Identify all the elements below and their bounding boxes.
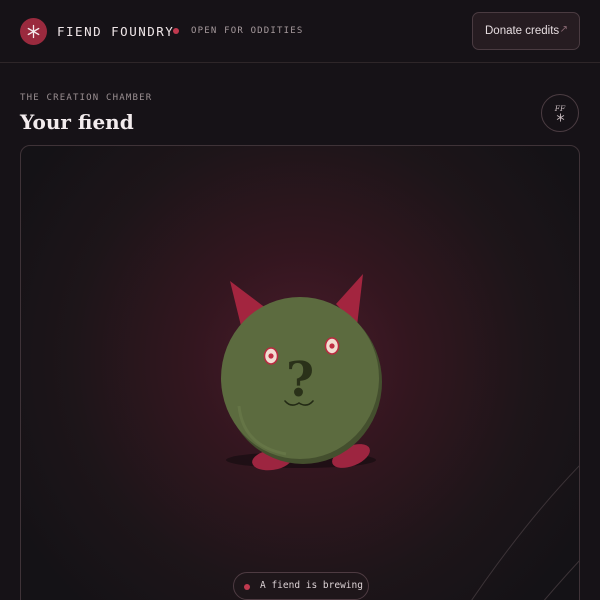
fiend-pupil-right [329, 343, 335, 349]
asterisk-icon [556, 113, 564, 122]
creation-chamber: ? A fiend is brewing [20, 145, 580, 600]
top-bar: FIEND FOUNDRY OPEN FOR ODDITIES Donate c… [0, 0, 600, 63]
fiend-pupil-left [268, 353, 274, 359]
brewing-status-text: A fiend is brewing [260, 580, 363, 591]
brand-name[interactable]: FIEND FOUNDRY [57, 24, 174, 39]
logo[interactable] [20, 18, 47, 45]
fiend-canvas: ? [221, 274, 579, 600]
brewing-dot [244, 584, 250, 590]
donate-label: Donate credits [485, 25, 560, 37]
ff-badge[interactable]: FF [541, 94, 579, 132]
brewing-status-pill: A fiend is brewing [233, 572, 369, 600]
page-title: Your fiend [20, 110, 134, 134]
asterisk-icon [27, 24, 40, 39]
mystery-fiend[interactable]: ? [221, 274, 382, 473]
badge-text: FF [554, 104, 566, 113]
donate-credits-button[interactable]: Donate credits ↗ [472, 12, 580, 50]
arrow-up-right-icon: ↗ [559, 24, 568, 35]
section-label: THE CREATION CHAMBER [20, 93, 153, 103]
status-text: OPEN FOR ODDITIES [191, 26, 304, 36]
decorative-arc [543, 560, 579, 600]
status-indicator-dot [173, 28, 179, 34]
fiend-face-glyph: ? [286, 352, 314, 408]
